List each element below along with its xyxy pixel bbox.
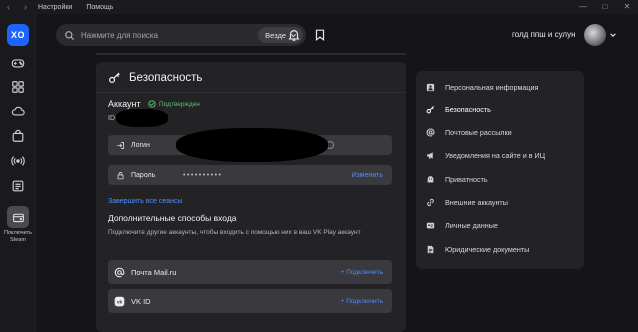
menu-item-privacy[interactable]: Приватность [426,172,488,186]
menu-item-label: Приватность [445,174,488,184]
back-arrow-icon[interactable]: ‹ [7,2,10,12]
cloud-icon[interactable] [9,102,27,120]
verified-label: Подтвержден [159,100,200,108]
alt-login-name: Почта Mail.ru [131,267,177,277]
menu-item-label: Безопасность [445,104,491,114]
connect-steam-label: Поключить Steam [3,230,32,243]
avatar[interactable] [584,24,606,46]
menu-item-label: Юридические документы [445,244,530,254]
key-icon [426,105,434,113]
app-header: Нажмите для поиска Везде голд ппш и сулу… [36,14,638,58]
menu-help[interactable]: Помощь [86,4,113,11]
menu-item-mailings[interactable]: Почтовые рассылки [426,125,512,139]
gamepad-icon[interactable] [9,54,27,72]
menu-item-label: Личные данные [445,220,498,230]
ghost-icon [427,175,434,183]
password-field: Пароль •••••••••• Изменить [108,165,392,185]
page-title: Безопасность [129,71,203,84]
check-circle-icon [148,100,156,108]
menu-item-label: Внешние аккаунты [445,197,508,207]
at-icon [114,267,125,277]
history-nav: ‹ › [0,2,34,12]
title-bar: ‹ › Настройки Помощь — □ ✕ [0,0,638,14]
search-input[interactable]: Нажмите для поиска [81,31,258,40]
broadcast-icon[interactable] [9,152,27,170]
card-icon [426,222,435,228]
link-icon [427,198,434,206]
bell-icon[interactable] [287,28,301,42]
app-logo[interactable]: XO [7,24,29,46]
user-icon [426,83,435,91]
alt-login-description: Подключите другие аккаунты, чтобы входит… [108,229,361,236]
redacted-login-mark [176,128,328,162]
steam-wallet-icon [12,213,24,222]
window-controls: — □ ✕ [572,0,638,14]
menu-item-security[interactable]: Безопасность [426,102,491,116]
menu-item-legal[interactable]: Юридические документы [426,242,529,256]
alt-login-mailru: Почта Mail.ru + Подключить [108,260,392,284]
lock-icon [117,171,124,179]
connect-vkid-button[interactable]: + Подключить [341,298,383,305]
logo-text: XO [10,30,25,40]
search-icon [65,30,75,40]
close-icon[interactable]: ✕ [616,0,638,14]
password-label: Пароль [131,171,156,179]
chevron-down-icon[interactable] [609,31,617,39]
search-scope-label: Везде [265,30,286,40]
divider [96,92,406,93]
connect-steam-button[interactable] [7,206,29,228]
settings-menu: Персональная информация Безопасность Поч… [416,71,584,269]
megaphone-icon [427,151,433,159]
alt-login-title: Дополнительные способы входа [108,213,237,223]
alt-login-name: VK ID [131,296,151,306]
login-icon [117,141,125,149]
minimize-icon[interactable]: — [572,0,594,14]
end-all-sessions-link[interactable]: Завершить все сеансы [108,198,183,205]
menu-item-label: Уведомления на сайте и в ИЦ [445,150,546,160]
account-label: Аккаунт [108,99,141,109]
menu-item-personal-data[interactable]: Личные данные [426,218,498,232]
games-grid-icon[interactable] [9,78,27,96]
menu-item-personal[interactable]: Персональная информация [426,80,538,94]
menu-item-label: Почтовые рассылки [445,127,512,137]
svg-text:vk: vk [117,299,123,305]
search-bar[interactable]: Нажмите для поиска Везде [56,24,306,46]
security-card: Безопасность Аккаунт Подтвержден ID Логи… [96,62,406,332]
verified-badge: Подтвержден [148,100,200,108]
menu-settings[interactable]: Настройки [38,4,72,11]
connect-mailru-button[interactable]: + Подключить [341,269,383,276]
forward-arrow-icon[interactable]: › [24,2,27,12]
header-divider [96,53,406,55]
username[interactable]: голд ппш и сулун [512,30,575,39]
menu-item-notifications[interactable]: Уведомления на сайте и в ИЦ [426,148,545,162]
menu-item-external-accounts[interactable]: Внешние аккаунты [426,195,508,209]
left-sidebar: XO Поключить Steam [0,14,36,332]
account-id-label: ID [108,115,115,122]
bookmark-icon[interactable] [313,28,327,42]
menu-item-label: Персональная информация [445,82,539,92]
maximize-icon[interactable]: □ [594,0,616,14]
alt-login-vkid: vk VK ID + Подключить [108,289,392,313]
news-icon[interactable] [9,177,27,195]
key-icon [109,72,120,83]
vk-logo-icon: vk [114,296,125,306]
at-icon [426,128,435,136]
change-password-button[interactable]: Изменить [351,172,383,179]
security-header: Безопасность [108,71,202,84]
bag-icon[interactable] [9,127,27,145]
document-icon [427,245,434,253]
redacted-id-mark [116,109,168,127]
password-value: •••••••••• [183,171,223,179]
